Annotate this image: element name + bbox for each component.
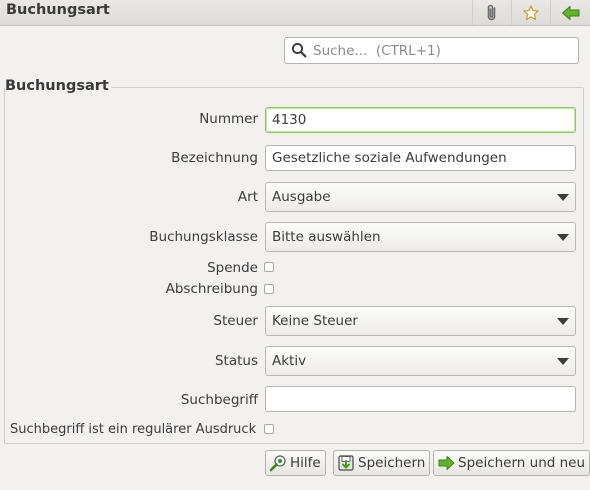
bookmark-button[interactable] [511, 0, 549, 25]
suchbegriff-label: Suchbegriff [180, 392, 258, 408]
help-button-label: Hilfe [290, 455, 321, 471]
paperclip-icon [487, 4, 495, 20]
dropdown-arrow-icon [557, 234, 569, 241]
save-and-new-button-label: Speichern und neu [458, 455, 586, 471]
dropdown-arrow-icon [557, 318, 569, 325]
status-select[interactable]: Aktiv [265, 346, 576, 376]
save-and-new-button[interactable]: Speichern und neu [433, 450, 590, 476]
save-icon [338, 455, 354, 471]
regex-label: Suchbegriff ist ein regulärer Ausdruck [10, 422, 257, 437]
window-title: Buchungsart [6, 2, 110, 18]
status-label: Status [214, 353, 258, 369]
help-icon [269, 455, 286, 472]
group-title: Buchungsart [5, 78, 111, 94]
attachment-button[interactable] [472, 0, 510, 25]
suchbegriff-field[interactable] [265, 386, 576, 412]
spende-checkbox[interactable] [264, 262, 274, 272]
bezeichnung-value: Gesetzliche soziale Aufwendungen [272, 150, 507, 166]
steuer-label: Steuer [213, 313, 258, 329]
star-icon [522, 4, 539, 20]
forward-arrow-icon [438, 456, 455, 470]
dropdown-arrow-icon [557, 194, 569, 201]
nummer-value: 4130 [272, 112, 307, 128]
title-bar: Buchungsart [0, 0, 590, 26]
back-arrow-icon [561, 5, 579, 20]
buchungsklasse-select[interactable]: Bitte auswählen [265, 222, 576, 252]
back-button[interactable] [550, 0, 590, 25]
save-button-label: Speichern [358, 455, 426, 471]
bezeichnung-label: Bezeichnung [171, 150, 258, 166]
steuer-value: Keine Steuer [272, 313, 358, 329]
regex-checkbox[interactable] [264, 424, 274, 434]
buchungsklasse-value: Bitte auswählen [272, 229, 381, 245]
nummer-field[interactable]: 4130 [265, 107, 576, 133]
abschreibung-checkbox[interactable] [264, 284, 274, 294]
art-select[interactable]: Ausgabe [265, 182, 576, 212]
art-value: Ausgabe [272, 189, 331, 205]
dropdown-arrow-icon [557, 358, 569, 365]
save-button[interactable]: Speichern [333, 450, 431, 476]
spende-label: Spende [207, 260, 258, 276]
abschreibung-label: Abschreibung [165, 281, 258, 297]
search-icon [291, 42, 307, 58]
art-label: Art [237, 189, 258, 205]
nummer-label: Nummer [199, 111, 258, 127]
buchungsklasse-label: Buchungsklasse [149, 229, 258, 245]
help-button[interactable]: Hilfe [265, 450, 326, 476]
search-box[interactable] [284, 37, 579, 64]
bezeichnung-field[interactable]: Gesetzliche soziale Aufwendungen [265, 145, 576, 171]
steuer-select[interactable]: Keine Steuer [265, 306, 576, 336]
status-value: Aktiv [272, 353, 307, 369]
search-input[interactable] [311, 41, 573, 61]
